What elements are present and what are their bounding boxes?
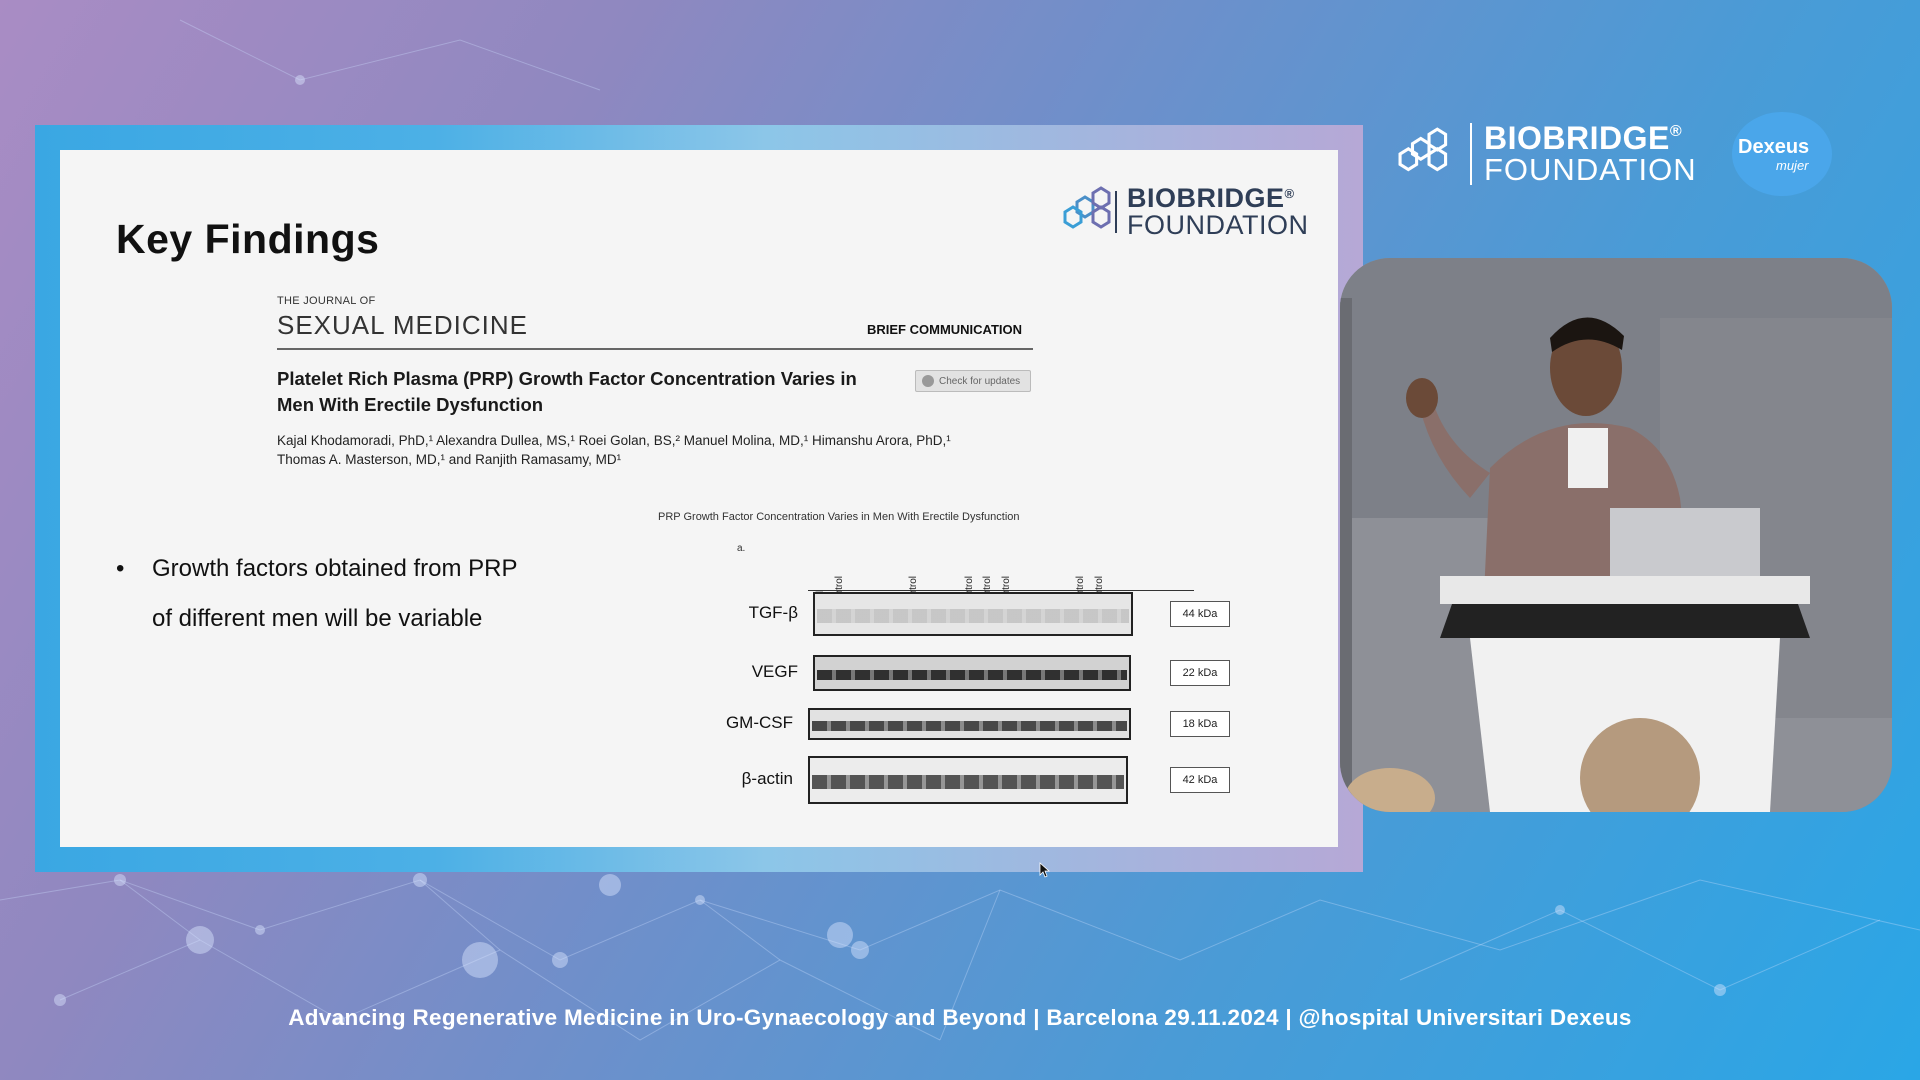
article-section: BRIEF COMMUNICATION <box>867 322 1023 337</box>
blot-band-signal <box>817 669 1127 681</box>
logo-registered: ® <box>1284 186 1295 201</box>
dexeus-sub: mujer <box>1776 158 1809 173</box>
journal-small-title: THE JOURNAL OF <box>277 295 376 307</box>
molecular-weight-label: 42 kDa <box>1170 767 1230 793</box>
blot-band-label: GM-CSF <box>725 713 793 732</box>
molecular-weight-label: 22 kDa <box>1170 660 1230 686</box>
check-for-updates-badge: Check for updates <box>915 370 1031 392</box>
blot-band-signal <box>812 721 1127 731</box>
paper-authors: Kajal Khodamoradi, PhD,¹ Alexandra Dulle… <box>277 431 1037 469</box>
mouse-cursor-icon <box>1039 862 1051 878</box>
dexeus-logo: Dexeus mujer <box>1732 112 1832 196</box>
authors-line-1: Kajal Khodamoradi, PhD,¹ Alexandra Dulle… <box>277 433 951 448</box>
header-logo-line1: BIOBRIDGE <box>1484 120 1670 156</box>
molecular-weight-label: 18 kDa <box>1170 711 1230 737</box>
bullet-text: Growth factors obtained from PRP of diff… <box>152 555 518 632</box>
bullet-marker: • <box>116 555 125 582</box>
lane-underline <box>808 590 1194 591</box>
figure-panel-label: a. <box>737 543 746 554</box>
figure-caption: PRP Growth Factor Concentration Varies i… <box>658 511 1020 523</box>
hexagon-logo-icon <box>1398 126 1448 171</box>
dexeus-name: Dexeus <box>1738 136 1810 158</box>
logo-line1: BIOBRIDGE <box>1127 183 1285 213</box>
blot-band-label: β-actin <box>741 769 793 788</box>
blot-band-signal <box>812 774 1124 790</box>
blot-band <box>808 756 1128 804</box>
check-updates-label: Check for updates <box>939 375 1021 387</box>
header-logo-registered: ® <box>1669 123 1683 140</box>
logo-line2: FOUNDATION <box>1127 210 1309 240</box>
journal-name: SEXUAL MEDICINE <box>277 310 528 340</box>
logo-separator <box>1470 122 1472 185</box>
molecular-weight-label: 44 kDa <box>1170 601 1230 627</box>
speaker-image <box>1340 258 1892 812</box>
blot-band <box>813 592 1133 636</box>
hexagon-logo-icon <box>1063 186 1117 233</box>
slide-title: Key Findings <box>116 216 380 262</box>
speaker-video-feed <box>1340 258 1892 812</box>
paper-title: Platelet Rich Plasma (PRP) Growth Factor… <box>277 368 857 415</box>
presentation-slide: Key Findings BIOBRIDGE® FOUNDATION THE J… <box>60 150 1338 847</box>
blot-band-label: TGF-β <box>748 603 798 622</box>
slide-logo: BIOBRIDGE® FOUNDATION <box>1063 182 1309 242</box>
blot-band-label: VEGF <box>751 662 798 681</box>
header-logo-line2: FOUNDATION <box>1484 152 1697 187</box>
update-icon <box>922 375 934 387</box>
blot-band-signal <box>817 609 1129 623</box>
event-footer: Advancing Regenerative Medicine in Uro-G… <box>288 1005 1632 1030</box>
journal-divider <box>277 348 1033 350</box>
blot-band <box>813 655 1131 691</box>
authors-line-2: Thomas A. Masterson, MD,¹ and Ranjith Ra… <box>277 452 622 467</box>
header-logo: BIOBRIDGE® FOUNDATION <box>1398 122 1697 185</box>
blot-band <box>808 708 1131 740</box>
